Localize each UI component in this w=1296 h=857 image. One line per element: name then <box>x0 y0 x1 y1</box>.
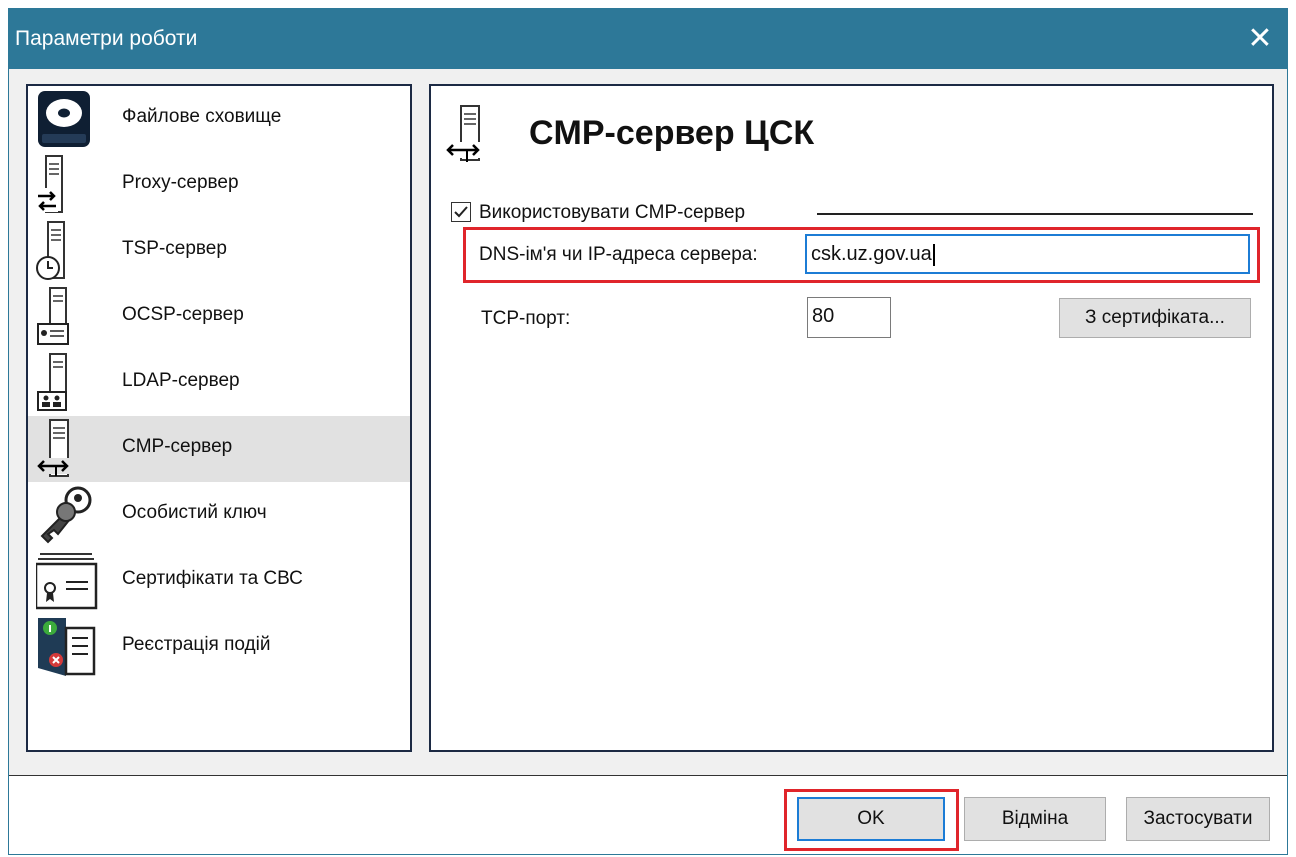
from-certificate-button[interactable]: З сертифіката... <box>1059 298 1251 338</box>
nav-item-label: Proxy-сервер <box>122 172 239 193</box>
use-cmp-checkbox[interactable] <box>451 202 471 222</box>
panel-heading: CMP-сервер ЦСК <box>529 114 815 152</box>
window-title: Параметри роботи <box>15 27 198 50</box>
apply-button[interactable]: Застосувати <box>1126 797 1270 841</box>
nav-item-certificates[interactable]: Сертифікати та СВС <box>28 548 410 614</box>
cmp-settings-panel: CMP-сервер ЦСК Використовувати CMP-серве… <box>429 84 1274 752</box>
use-cmp-group: Використовувати CMP-сервер <box>451 198 1253 228</box>
dns-label: DNS-ім'я чи IP-адреса сервера: <box>479 244 758 265</box>
nav-item-private-key[interactable]: Особистий ключ <box>28 482 410 548</box>
use-cmp-label: Використовувати CMP-сервер <box>479 202 746 223</box>
tcp-port-label: TCP-порт: <box>481 308 571 329</box>
nav-item-file-storage[interactable]: Файлове сховище <box>28 86 410 152</box>
ldap-server-icon <box>37 353 67 411</box>
nav-item-label: OCSP-сервер <box>122 304 244 325</box>
dns-value: csk.uz.gov.ua <box>811 243 932 265</box>
nav-item-proxy-server[interactable]: Proxy-сервер <box>28 152 410 218</box>
proxy-server-icon <box>36 155 63 213</box>
text-caret <box>932 243 935 266</box>
tcp-port-input[interactable]: 80 <box>807 297 891 338</box>
tcp-port-value: 80 <box>812 305 835 327</box>
nav-item-label: TSP-сервер <box>122 238 227 259</box>
nav-item-label: Реєстрація подій <box>122 634 271 655</box>
nav-item-label: Файлове сховище <box>122 106 282 127</box>
dialog-window: Параметри роботи ✕ Файлове сховище Proxy… <box>8 8 1288 855</box>
tsp-server-icon <box>36 221 65 280</box>
ocsp-server-icon <box>37 287 69 345</box>
nav-item-label: LDAP-сервер <box>122 370 240 391</box>
ok-button[interactable]: OK <box>797 797 945 841</box>
settings-nav: Файлове сховище Proxy-сервер TSP-сервер … <box>26 84 412 752</box>
nav-item-label: CMP-сервер <box>122 436 233 457</box>
nav-item-label: Особистий ключ <box>122 502 267 523</box>
hard-drive-icon <box>38 91 90 147</box>
nav-item-event-log[interactable]: Реєстрація подій <box>28 614 410 680</box>
nav-item-tsp-server[interactable]: TSP-сервер <box>28 218 410 284</box>
group-divider <box>817 213 1253 215</box>
cmp-server-icon <box>445 105 481 162</box>
checkmark-icon <box>454 206 468 218</box>
dialog-client: Файлове сховище Proxy-сервер TSP-сервер … <box>9 69 1287 775</box>
key-icon <box>40 486 92 544</box>
nav-item-ocsp-server[interactable]: OCSP-сервер <box>28 284 410 350</box>
event-log-icon <box>38 618 96 676</box>
nav-item-label: Сертифікати та СВС <box>122 568 303 589</box>
dns-input[interactable]: csk.uz.gov.ua <box>805 234 1250 274</box>
dialog-footer: OK Відміна Застосувати <box>9 775 1287 854</box>
nav-item-ldap-server[interactable]: LDAP-сервер <box>28 350 410 416</box>
cancel-button[interactable]: Відміна <box>964 797 1106 841</box>
title-bar: Параметри роботи ✕ <box>9 9 1287 69</box>
close-button[interactable]: ✕ <box>1233 9 1287 69</box>
certificate-icon <box>36 553 98 610</box>
nav-item-cmp-server[interactable]: CMP-сервер <box>28 416 410 482</box>
cmp-server-icon <box>36 419 70 477</box>
